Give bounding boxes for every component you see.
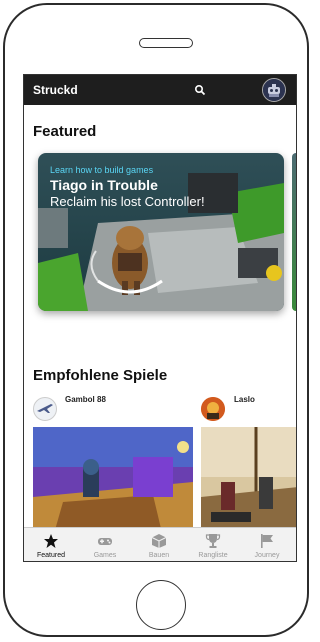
nav-item-bauen[interactable]: Bauen xyxy=(132,528,186,561)
character-icon xyxy=(201,397,225,421)
app-screen: Struckd Featured Learn how to build game… xyxy=(23,74,297,562)
featured-card-title: Tiago in Trouble xyxy=(50,177,158,193)
game-author-avatar[interactable] xyxy=(33,397,57,421)
nav-item-featured[interactable]: Featured xyxy=(24,528,78,561)
nav-item-games[interactable]: Games xyxy=(78,528,132,561)
nav-label: Featured xyxy=(36,552,66,559)
nav-item-rangliste[interactable]: Rangliste xyxy=(186,528,240,561)
gamepad-icon xyxy=(98,538,112,545)
nav-label: Rangliste xyxy=(198,552,228,559)
app-title: Struckd xyxy=(33,83,78,97)
nav-label: Games xyxy=(93,552,117,559)
flag-icon xyxy=(261,534,273,548)
top-bar: Struckd xyxy=(24,75,296,105)
user-avatar[interactable] xyxy=(262,78,286,102)
game-thumbnail[interactable] xyxy=(201,427,296,537)
featured-heading: Featured xyxy=(33,123,97,140)
game-author-name[interactable]: Laslo xyxy=(234,395,255,404)
airplane-icon xyxy=(37,404,53,413)
phone-speaker xyxy=(139,38,193,48)
star-icon xyxy=(44,534,58,548)
home-button[interactable] xyxy=(136,580,186,630)
recommended-heading: Empfohlene Spiele xyxy=(33,367,168,384)
trophy-icon xyxy=(205,534,221,548)
next-featured-card[interactable] xyxy=(292,153,296,311)
nav-item-journey[interactable]: Journey xyxy=(240,528,294,561)
game-thumbnail-image xyxy=(33,427,193,537)
game-thumbnail[interactable] xyxy=(33,427,193,537)
featured-card-subtitle: Reclaim his lost Controller! xyxy=(50,194,205,209)
robot-avatar-icon xyxy=(263,79,285,101)
game-author-avatar[interactable] xyxy=(201,397,225,421)
nav-label: Journey xyxy=(254,552,280,559)
nav-label: Bauen xyxy=(148,552,170,559)
featured-card[interactable]: Learn how to build games Tiago in Troubl… xyxy=(38,153,284,311)
box-icon xyxy=(151,534,167,548)
bottom-nav: Featured Games Bauen Rangliste Journey xyxy=(24,527,296,561)
game-author-name[interactable]: Gambol 88 xyxy=(65,395,106,404)
search-icon[interactable] xyxy=(194,84,206,96)
featured-card-kicker: Learn how to build games xyxy=(50,165,154,175)
game-thumbnail-image xyxy=(201,427,296,537)
